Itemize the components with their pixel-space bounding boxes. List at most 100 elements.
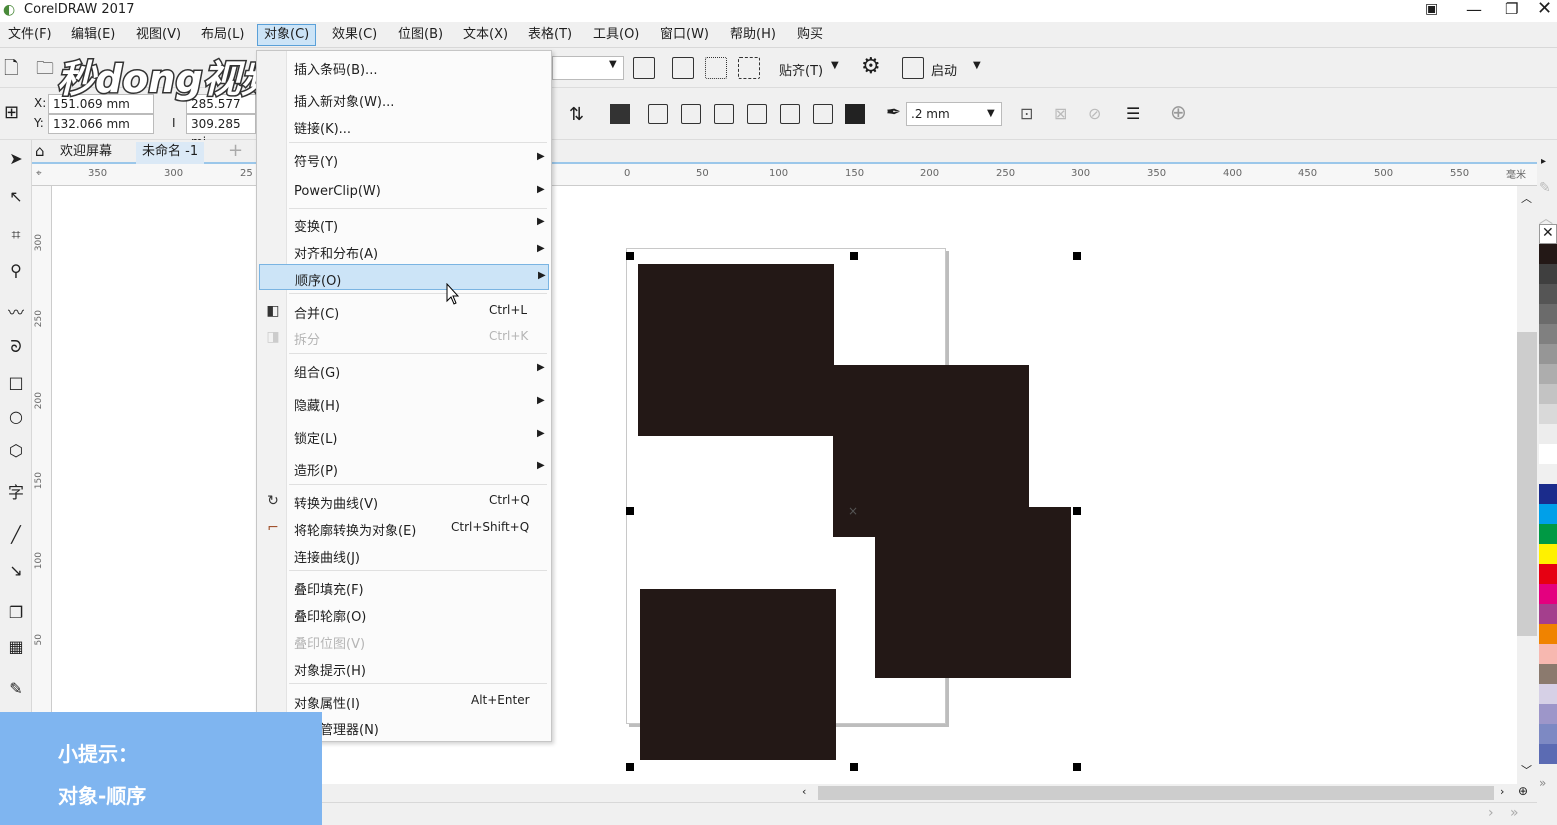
vertical-scroll-thumb[interactable] (1517, 332, 1537, 636)
selection-handle[interactable] (850, 252, 858, 260)
swatch-magenta[interactable] (1539, 584, 1557, 604)
no-color-swatch[interactable]: ✕ (1539, 224, 1557, 244)
menu-layout[interactable]: 布局(L) (195, 26, 250, 46)
menu-table[interactable]: 表格(T) (522, 26, 578, 46)
shape-tool-icon[interactable]: ↖ (5, 186, 27, 208)
rectangle-tool-icon[interactable]: □ (5, 372, 27, 394)
menu-item-links[interactable]: 链接(K)... (259, 113, 549, 139)
swatch-purple[interactable] (1539, 604, 1557, 624)
selection-handle[interactable] (1073, 763, 1081, 771)
close-button[interactable]: ✕ (1537, 0, 1552, 19)
swatch-white[interactable] (1539, 444, 1557, 464)
swatch-violet[interactable] (1539, 704, 1557, 724)
chevron-down-icon[interactable]: ▼ (973, 60, 981, 71)
menu-item-shaping[interactable]: 造形(P) ▶ (259, 455, 549, 481)
chevron-right-icon[interactable]: » (1510, 805, 1519, 821)
align-icon[interactable]: ☰ (1126, 104, 1140, 123)
black-rectangle-4[interactable] (640, 589, 836, 760)
guidelines-icon[interactable] (738, 57, 760, 79)
menu-item-group[interactable]: 组合(G) ▶ (259, 357, 549, 383)
menu-object[interactable]: 对象(C) (257, 24, 317, 46)
swatch-gray-10[interactable] (1539, 424, 1557, 444)
swatch-pink[interactable] (1539, 644, 1557, 664)
swatch-red[interactable] (1539, 564, 1557, 584)
menu-buy[interactable]: 购买 (791, 26, 829, 46)
swatch-yellow[interactable] (1539, 544, 1557, 564)
menu-file[interactable]: 文件(F) (2, 26, 58, 46)
create-boundary-icon[interactable]: ⊡ (1020, 104, 1033, 123)
menu-item-combine[interactable]: ◧ 合并(C) Ctrl+L (259, 298, 549, 324)
open-folder-icon[interactable]: 🗀 (36, 56, 54, 86)
freehand-tool-icon[interactable]: 〰 (5, 302, 27, 324)
add-tab-icon[interactable]: + (228, 140, 243, 161)
palette-expand-icon[interactable]: » (1539, 776, 1546, 790)
crop-tool-icon[interactable]: ⌗ (5, 224, 27, 246)
menu-item-convert-to-curves[interactable]: ↻ 转换为曲线(V) Ctrl+Q (259, 488, 549, 514)
swatch-green[interactable] (1539, 524, 1557, 544)
simplify-icon[interactable] (747, 104, 767, 124)
rulers-icon[interactable] (672, 57, 694, 79)
menu-view[interactable]: 视图(V) (130, 26, 187, 46)
chevron-right-icon[interactable]: › (1488, 805, 1494, 821)
eyedropper-tool-icon[interactable]: ✎ (5, 678, 27, 700)
swatch-navy[interactable] (1539, 484, 1557, 504)
order-icon[interactable]: ⇅ (569, 104, 584, 125)
menu-item-symbol[interactable]: 符号(Y) ▶ (259, 146, 549, 172)
pick-tool-icon[interactable]: ➤ (5, 148, 27, 170)
menu-tools[interactable]: 工具(O) (587, 26, 645, 46)
horizontal-scroll-thumb[interactable] (818, 786, 1494, 800)
back-minus-front-icon[interactable] (813, 104, 833, 124)
text-tool-icon[interactable]: 字 (5, 482, 27, 504)
front-minus-back-icon[interactable] (780, 104, 800, 124)
menu-text[interactable]: 文本(X) (457, 26, 514, 46)
weld-icon[interactable] (648, 104, 668, 124)
vertical-ruler[interactable]: 300 250 200 150 100 50 (32, 186, 52, 786)
menu-effects[interactable]: 效果(C) (326, 26, 383, 46)
ruler-origin-icon[interactable]: ⌖ (36, 168, 42, 179)
add-icon[interactable]: ⊕ (1170, 100, 1187, 124)
scroll-down-icon[interactable]: ﹀ (1521, 762, 1532, 778)
minimize-button[interactable]: — (1466, 0, 1482, 19)
transparency-tool-icon[interactable]: ▦ (5, 636, 27, 658)
selection-handle[interactable] (626, 507, 634, 515)
trim-icon[interactable] (681, 104, 701, 124)
intersect-icon[interactable] (714, 104, 734, 124)
menu-help[interactable]: 帮助(H) (724, 26, 782, 46)
zoom-tool-icon[interactable]: ⚲ (5, 260, 27, 282)
swatch-gray-30[interactable] (1539, 384, 1557, 404)
menu-item-join-curves[interactable]: 连接曲线(J) (259, 542, 549, 568)
swatch-gray-70[interactable] (1539, 304, 1557, 324)
menu-item-hide[interactable]: 隐藏(H) ▶ (259, 390, 549, 416)
restore-button[interactable]: ❐ (1505, 0, 1518, 18)
horizontal-scrollbar[interactable]: ‹ › ⊕ (322, 784, 1537, 802)
gear-icon[interactable]: ⚙ (861, 54, 881, 79)
launch-icon[interactable] (902, 57, 924, 79)
zoom-level-select[interactable]: ▼ (552, 56, 624, 80)
snap-to-dropdown[interactable]: 贴齐(T) (779, 60, 823, 79)
connector-tool-icon[interactable]: ↘ (5, 560, 27, 582)
swatch-black[interactable] (1539, 244, 1557, 264)
full-screen-icon[interactable] (633, 57, 655, 79)
account-icon[interactable]: ▣ (1425, 1, 1438, 17)
tab-welcome-screen[interactable]: 欢迎屏幕 (54, 142, 118, 164)
y-position-field[interactable]: 132.066 mm (48, 114, 154, 134)
to-front-icon[interactable] (610, 104, 630, 124)
menu-item-object-properties[interactable]: 对象属性(I) Alt+Enter (259, 688, 549, 714)
outline-width-select[interactable]: .2 mm ▼ (906, 102, 1002, 126)
zoom-icon[interactable]: ⊕ (1518, 784, 1528, 798)
swatch-orange[interactable] (1539, 624, 1557, 644)
menu-item-powerclip[interactable]: PowerClip(W) ▶ (259, 179, 549, 205)
chevron-down-icon[interactable]: ▼ (831, 60, 839, 71)
menu-bitmap[interactable]: 位图(B) (392, 26, 449, 46)
vertical-scrollbar[interactable]: ︿ ﹀ (1517, 186, 1537, 784)
palette-arrow-icon[interactable]: ▸ (1541, 156, 1546, 167)
menu-item-align-distribute[interactable]: 对齐和分布(A) ▶ (259, 238, 549, 264)
black-rectangle-3[interactable] (875, 507, 1071, 678)
selection-handle[interactable] (626, 763, 634, 771)
swatch-brown[interactable] (1539, 664, 1557, 684)
dimension-tool-icon[interactable]: ╱ (5, 524, 27, 546)
polygon-tool-icon[interactable]: ⬡ (5, 440, 27, 462)
height-field[interactable]: 309.285 mi (186, 114, 256, 149)
swatch-cyan[interactable] (1539, 504, 1557, 524)
scroll-up-icon[interactable]: ︿ (1521, 190, 1532, 206)
